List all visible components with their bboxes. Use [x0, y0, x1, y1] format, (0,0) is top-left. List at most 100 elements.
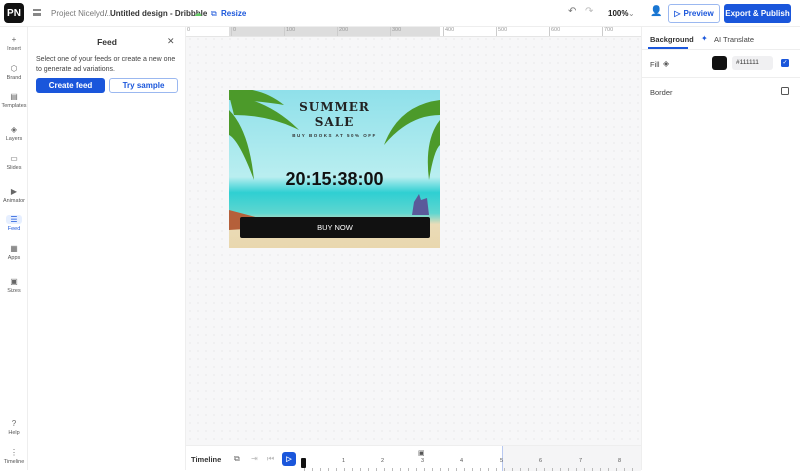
apps-icon: ▦ — [10, 244, 18, 253]
zoom-select[interactable]: 100% — [608, 9, 628, 18]
rail-item-layers[interactable]: ◈ Layers — [0, 125, 28, 142]
rail-label: Timeline — [3, 459, 25, 465]
sizes-icon: ▣ — [10, 277, 18, 286]
tab-ai-translate[interactable]: AI Translate — [714, 35, 754, 44]
rail-item-help[interactable]: ? Help — [0, 419, 28, 436]
ruler-label: 500 — [496, 27, 507, 36]
rail-item-timeline[interactable]: ⋮ Timeline — [0, 448, 28, 465]
properties-panel: Background ✦ AI Translate Fill ◈ #111111… — [641, 27, 800, 470]
border-label: Border — [650, 88, 673, 97]
timeline-tick-label: 3 — [421, 458, 425, 464]
headline-summer: SUMMER — [299, 100, 370, 114]
ruler-label: 200 — [337, 27, 348, 36]
menu-icon[interactable] — [33, 9, 41, 16]
play-button[interactable]: ▷ — [282, 452, 296, 466]
export-publish-button[interactable]: Export & Publish — [724, 4, 791, 23]
try-sample-button[interactable]: Try sample — [109, 78, 178, 93]
slides-icon: ▭ — [10, 154, 18, 163]
timeline-tick-label: 6 — [539, 458, 543, 464]
app-logo[interactable]: PN — [4, 3, 24, 23]
cloud-saved-icon: ☁ — [194, 9, 202, 18]
add-user-icon[interactable]: 👤 — [650, 6, 662, 17]
headline-sale: SALE — [314, 115, 355, 129]
chevron-down-icon[interactable]: ⌄ — [628, 9, 635, 18]
countdown-timer: 20:15:38:00 — [285, 169, 384, 189]
fill-options-icon[interactable]: ◈ — [663, 59, 669, 68]
rail-label: Layers — [5, 136, 23, 142]
rail-item-slides[interactable]: ▭ Slides — [0, 154, 28, 171]
layers-icon: ◈ — [10, 125, 18, 134]
ruler-label: 100 — [284, 27, 295, 36]
divider — [642, 77, 800, 78]
left-rail: + Insert ⬡ Brand ▤ Templates ◈ Layers ▭ Slide… — [0, 27, 28, 470]
rail-item-insert[interactable]: + Insert — [0, 35, 28, 52]
fill-hex-input[interactable]: #111111 — [732, 56, 773, 70]
duplicate-icon[interactable]: ⧉ — [234, 454, 240, 464]
timeline-tick-label: 8 — [618, 458, 622, 464]
resize-button[interactable]: Resize — [221, 9, 246, 18]
rail-item-sizes[interactable]: ▣ Sizes — [0, 277, 28, 294]
rail-label: Sizes — [7, 288, 21, 294]
feed-description: Select one of your feeds or create a new… — [36, 56, 176, 73]
ruler-label: 0 — [231, 27, 236, 36]
horizontal-ruler: 0 0 100 200 300 400 500 600 700 — [186, 27, 641, 37]
rail-item-feed[interactable]: ☰ Feed — [0, 215, 28, 232]
animator-icon: ▶ — [10, 187, 18, 196]
brand-icon: ⬡ — [10, 64, 18, 73]
timeline-tick-label: 1 — [342, 458, 346, 464]
ad-design[interactable]: SUMMER SALE BUY BOOKS AT 50% OFF 20:15:3… — [229, 90, 440, 248]
timeline-bar: Timeline ⧉ ⇥ ⏮ ▷ ▣ 1 2 3 4 5 6 7 8 — [186, 445, 641, 471]
rail-label: Apps — [7, 255, 21, 261]
buy-now-button[interactable]: BUY NOW — [240, 217, 430, 238]
rail-label: Insert — [7, 46, 21, 52]
timeline-tick-label: 5 — [500, 458, 504, 464]
ruler-label: 300 — [390, 27, 401, 36]
preview-button[interactable]: ▷ Preview — [668, 4, 720, 23]
rail-label: Help — [8, 430, 20, 436]
breadcrumb-separator: / — [105, 9, 108, 18]
playhead-handle[interactable] — [301, 458, 306, 468]
rail-label: Templates — [1, 103, 27, 109]
feed-panel: Feed ✕ Select one of your feeds or creat… — [28, 27, 186, 470]
rail-item-animator[interactable]: ▶ Animator — [0, 187, 28, 204]
rail-item-brand[interactable]: ⬡ Brand — [0, 64, 28, 81]
resize-icon[interactable]: ⧉ — [211, 9, 217, 19]
border-checkbox[interactable] — [781, 87, 789, 95]
help-icon: ? — [11, 419, 17, 428]
rail-label: Feed — [7, 226, 21, 232]
templates-icon: ▤ — [10, 92, 18, 101]
ruler-label: 700 — [602, 27, 613, 36]
timeline-label: Timeline — [191, 455, 222, 464]
close-icon[interactable]: ✕ — [167, 36, 175, 47]
divider — [642, 49, 800, 50]
create-feed-button[interactable]: Create feed — [36, 78, 105, 93]
fill-label: Fill — [650, 60, 660, 69]
split-icon[interactable]: ⇥ — [251, 454, 258, 463]
timeline-tick-label: 7 — [579, 458, 583, 464]
panel-title: Feed — [97, 37, 117, 47]
rail-item-apps[interactable]: ▦ Apps — [0, 244, 28, 261]
timeline-tick-label: 4 — [460, 458, 464, 464]
ruler-label: 400 — [443, 27, 454, 36]
fill-color-swatch[interactable] — [712, 56, 727, 70]
rail-label: Slides — [6, 165, 22, 171]
rail-item-templates[interactable]: ▤ Templates — [0, 92, 28, 109]
sparkle-icon: ✦ — [701, 34, 708, 43]
top-bar: PN Project Nicelyd... / Untitled design … — [0, 0, 800, 27]
redo-icon[interactable]: ↷ — [585, 6, 593, 17]
play-icon: ▷ — [674, 9, 681, 18]
design-title[interactable]: Untitled design - Dribbble — [110, 9, 207, 18]
breadcrumb-project[interactable]: Project Nicelyd... — [51, 9, 111, 18]
fill-checkbox[interactable]: ✓ — [781, 59, 789, 67]
plus-icon: + — [11, 35, 17, 44]
frame-icon[interactable]: ▣ — [418, 449, 425, 457]
ruler-label: 600 — [549, 27, 560, 36]
undo-icon[interactable]: ↶ — [568, 6, 576, 17]
timeline-icon: ⋮ — [10, 448, 18, 457]
rail-label: Animator — [2, 198, 25, 204]
ruler-selection — [229, 27, 440, 36]
preview-label: Preview — [683, 9, 714, 18]
skip-back-icon[interactable]: ⏮ — [267, 454, 274, 464]
ruler-label: 0 — [187, 27, 191, 33]
tab-background[interactable]: Background — [650, 35, 694, 44]
